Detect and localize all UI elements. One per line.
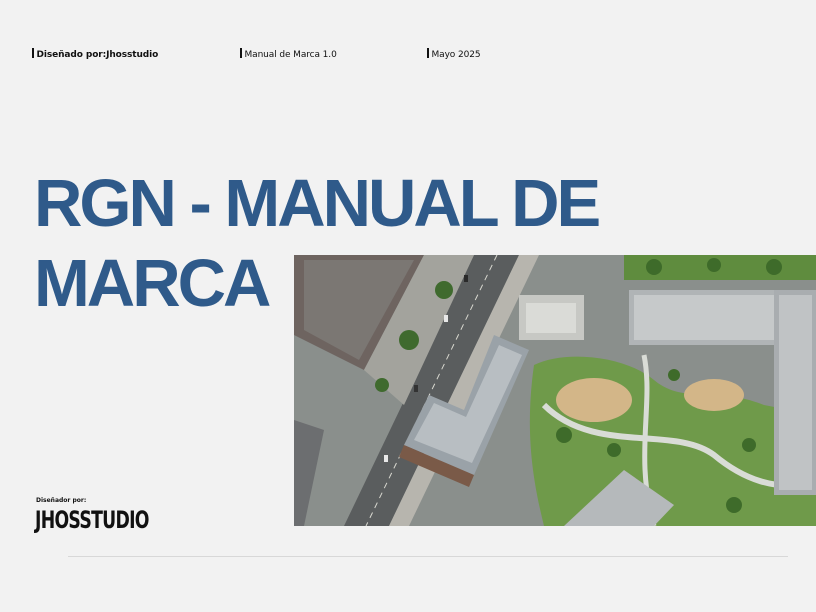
separator-bar [32, 48, 34, 58]
title-line-2: MARCA [34, 246, 271, 321]
jhosstudio-logo: JHOSSTUDIO [35, 506, 150, 534]
header-manual-version: Manual de Marca 1.0 [240, 48, 337, 60]
separator-bar [427, 48, 429, 58]
title-line-1: RGN - MANUAL DE [34, 166, 601, 241]
header-designer: Diseñado por:Jhosstudio [32, 48, 158, 60]
header-date: Mayo 2025 [427, 48, 481, 60]
designer-label: Diseñador por: [36, 497, 87, 504]
separator-bar [240, 48, 242, 58]
aerial-city-photo [294, 255, 816, 526]
footer-divider [68, 556, 788, 557]
